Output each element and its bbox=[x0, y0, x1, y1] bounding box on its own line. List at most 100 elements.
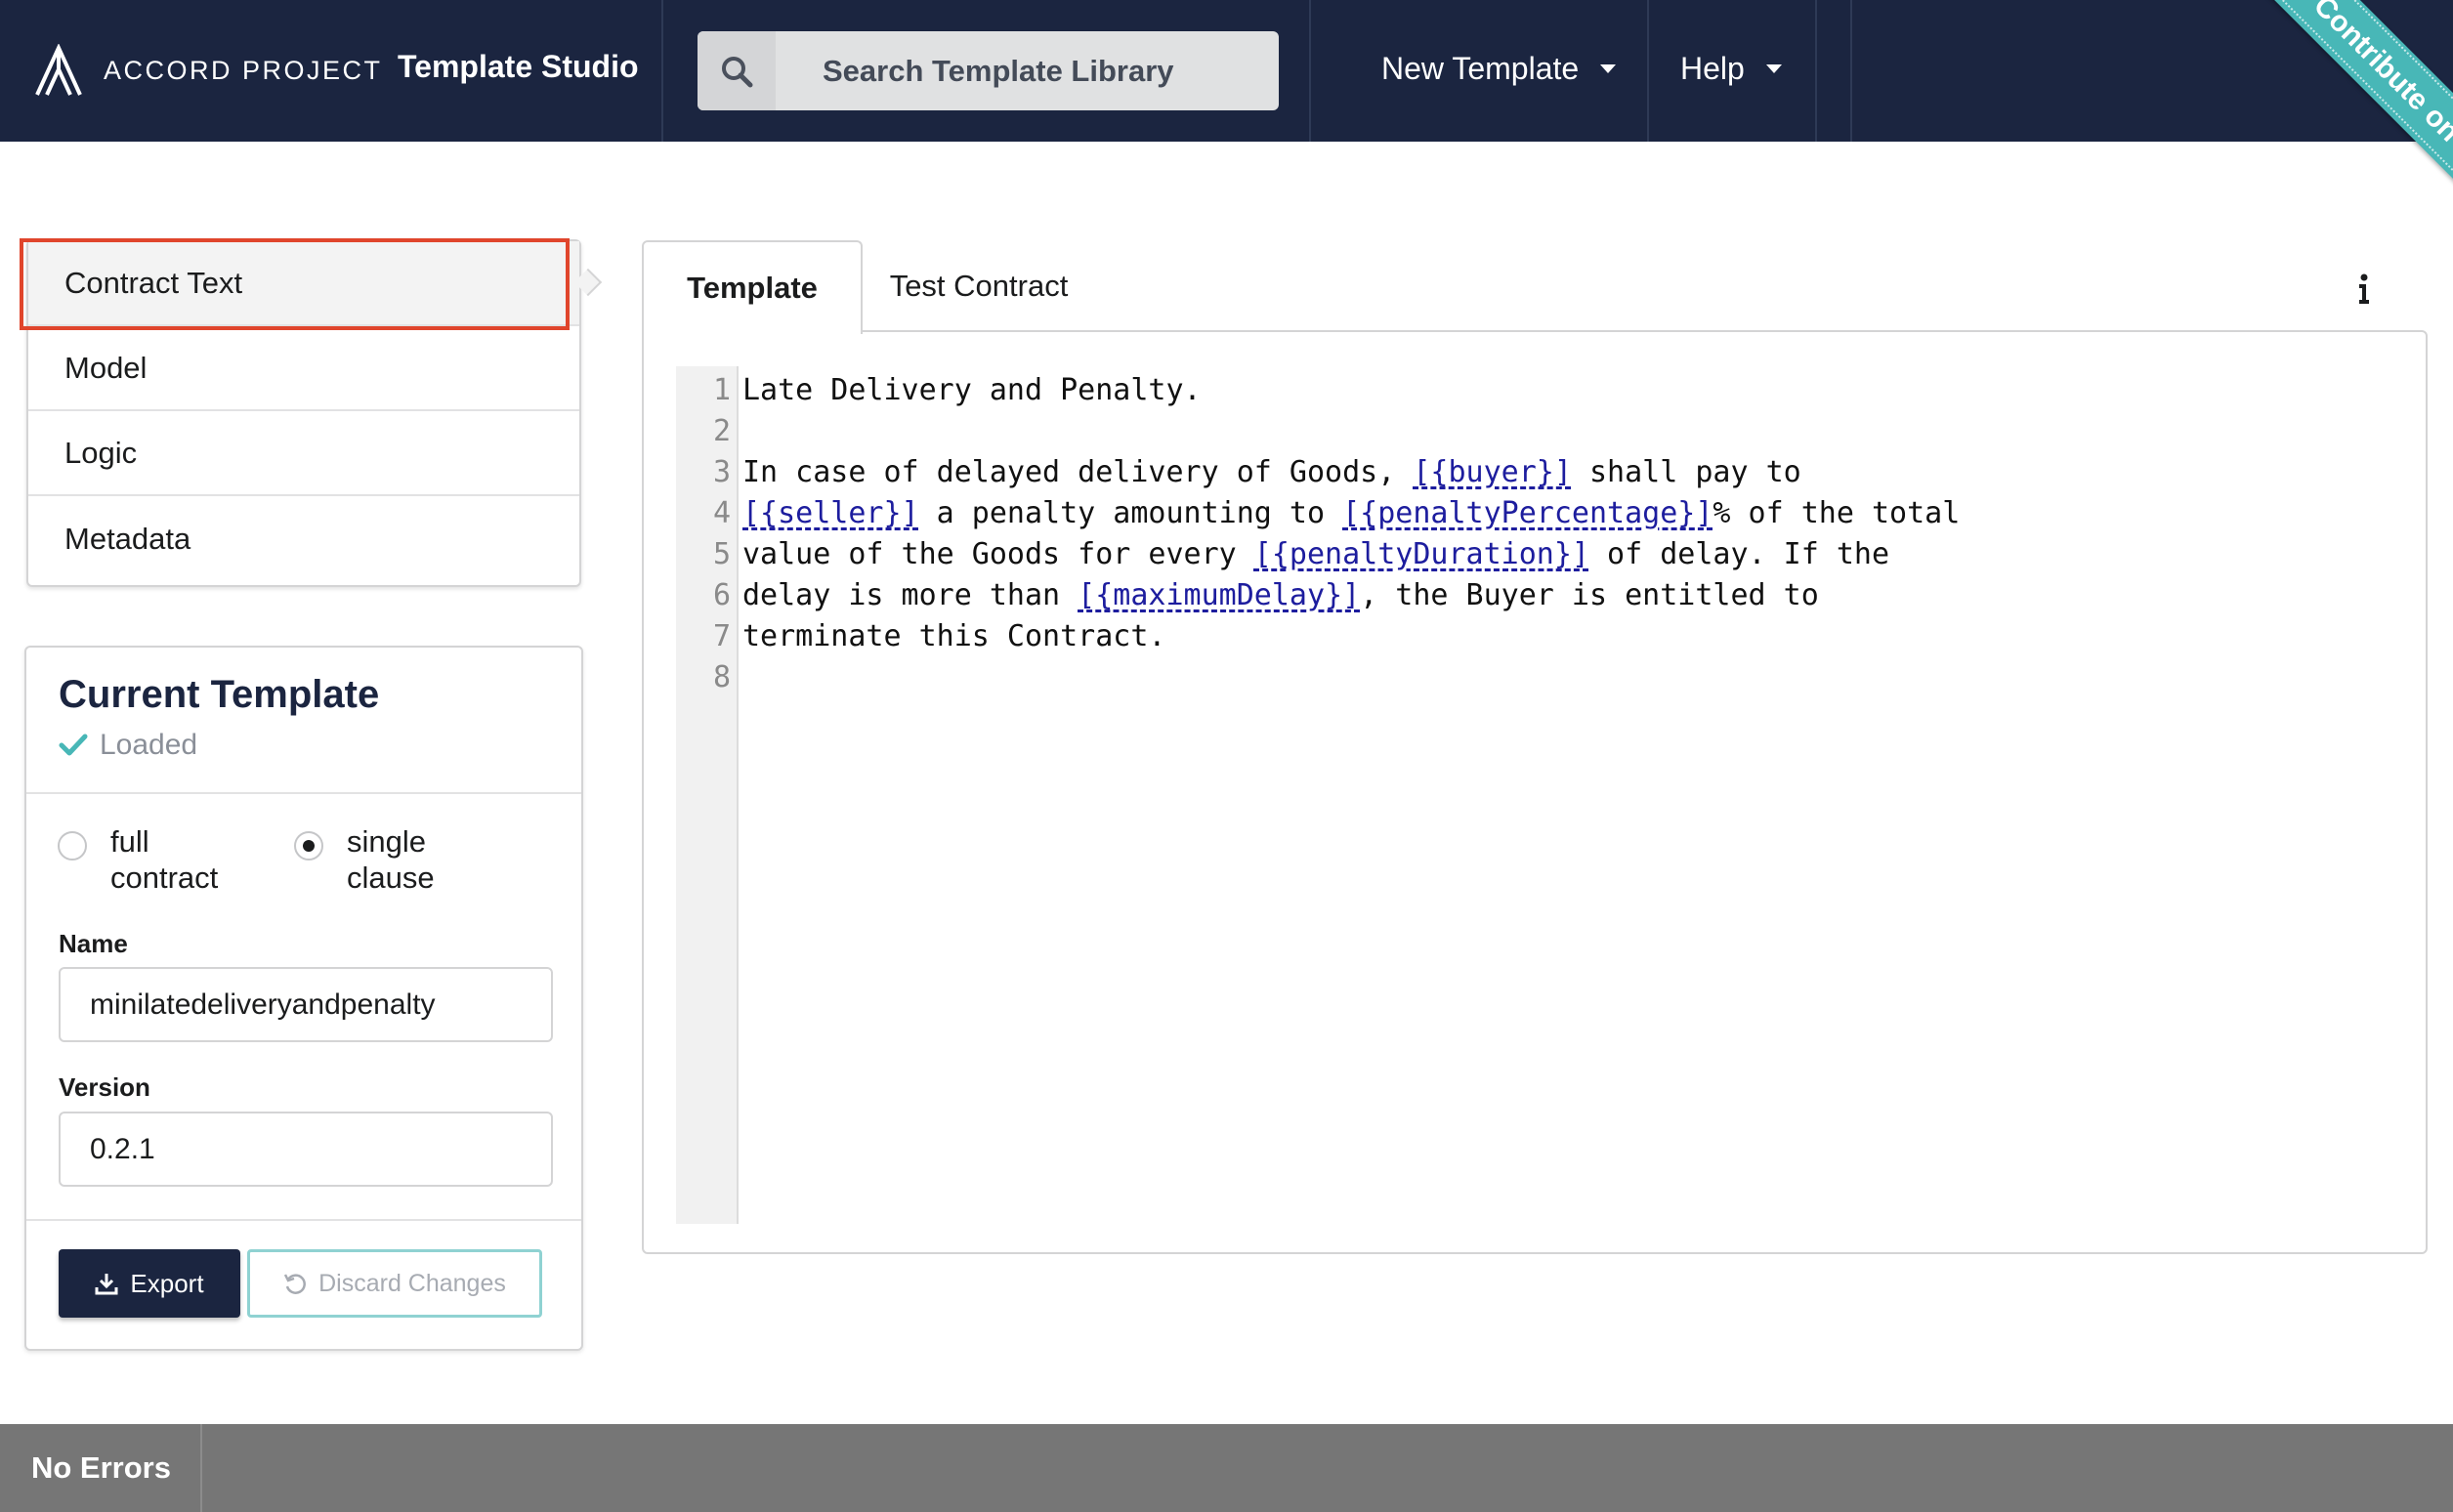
header-divider bbox=[1647, 0, 1649, 142]
code-line[interactable]: 2 bbox=[676, 411, 1960, 452]
radio-single-clause[interactable]: single clause bbox=[294, 823, 484, 896]
code-text: , the Buyer is entitled to bbox=[1360, 578, 1819, 612]
logo-text: ACCORD PROJECT bbox=[104, 55, 383, 85]
code-line[interactable]: 7 terminate this Contract. bbox=[676, 616, 1960, 657]
app-title: Template Studio bbox=[398, 49, 639, 84]
discard-label: Discard Changes bbox=[318, 1269, 506, 1297]
name-field[interactable] bbox=[59, 967, 553, 1042]
accord-project-logo[interactable]: ACCORD PROJECT bbox=[33, 44, 383, 96]
radio-button[interactable] bbox=[58, 831, 87, 861]
nav-item-label: Contract Text bbox=[64, 265, 243, 300]
search-template-library[interactable]: Search Template Library bbox=[698, 31, 1279, 110]
template-status: Loaded bbox=[59, 729, 581, 762]
code-text: value of the Goods for every bbox=[742, 537, 1254, 571]
template-variable-link[interactable]: [{maximumDelay}] bbox=[1078, 578, 1360, 612]
search-label[interactable]: Search Template Library bbox=[823, 54, 1174, 89]
card-title: Current Template bbox=[59, 673, 380, 716]
undo-icon bbox=[283, 1274, 306, 1294]
code-text: of delay. If the bbox=[1588, 537, 1890, 571]
check-icon bbox=[59, 734, 88, 756]
code-line[interactable]: 6 delay is more than [{maximumDelay}], th… bbox=[676, 575, 1960, 616]
current-template-card: Current Template Loaded full contract si… bbox=[24, 646, 583, 1351]
top-navbar: ACCORD PROJECT Template Studio Search Te… bbox=[0, 0, 2453, 287]
chevron-down-icon bbox=[1765, 64, 1782, 73]
code-line[interactable]: 5 value of the Goods for every [{penaltyD… bbox=[676, 534, 1960, 575]
line-text: delay is more than [{maximumDelay}], the… bbox=[731, 575, 1819, 616]
discard-changes-button[interactable]: Discard Changes bbox=[247, 1249, 542, 1318]
header-divider bbox=[1850, 0, 1852, 142]
export-button[interactable]: Export bbox=[59, 1249, 240, 1318]
code-line[interactable]: 3 In case of delayed delivery of Goods, [… bbox=[676, 452, 1960, 493]
search-icon bbox=[722, 56, 753, 87]
nav-item-model[interactable]: Model bbox=[28, 326, 579, 411]
line-text: Late Delivery and Penalty. bbox=[731, 370, 1202, 411]
name-label: Name bbox=[59, 929, 128, 958]
nav-item-label: Logic bbox=[64, 435, 138, 470]
new-template-menu[interactable]: New Template bbox=[1381, 51, 1617, 87]
line-number: 4 bbox=[712, 496, 731, 530]
code-text: In case of delayed delivery of Goods, bbox=[742, 455, 1414, 489]
error-status[interactable]: No Errors bbox=[0, 1424, 202, 1512]
code-line[interactable]: 8 bbox=[676, 657, 1960, 698]
nav-item-contract-text[interactable]: Contract Text bbox=[28, 241, 579, 326]
status-text: Loaded bbox=[100, 729, 198, 761]
line-number: 8 bbox=[712, 660, 731, 694]
contract-type-radios: full contract single clause bbox=[58, 823, 566, 902]
template-variable-link[interactable]: [{seller}] bbox=[742, 496, 919, 530]
header-divider bbox=[1309, 0, 1311, 142]
code-text: % of the total bbox=[1713, 496, 1961, 530]
line-text: value of the Goods for every [{penaltyDu… bbox=[731, 534, 1889, 575]
help-label: Help bbox=[1680, 51, 1745, 86]
download-icon bbox=[95, 1274, 118, 1295]
code-text: a penalty amounting to bbox=[918, 496, 1343, 530]
tab-label: Template bbox=[687, 271, 818, 305]
code-line[interactable]: 4 [{seller}] a penalty amounting to [{pen… bbox=[676, 493, 1960, 534]
line-number: 5 bbox=[712, 537, 731, 571]
new-template-label: New Template bbox=[1381, 51, 1580, 86]
template-variable-link[interactable]: [{buyer}] bbox=[1413, 455, 1572, 489]
accord-logo-icon bbox=[35, 44, 82, 96]
code-line[interactable]: 1 Late Delivery and Penalty. bbox=[676, 370, 1960, 411]
export-label: Export bbox=[130, 1268, 204, 1298]
code-text: terminate this Contract. bbox=[742, 619, 1166, 653]
search-button[interactable] bbox=[698, 31, 776, 110]
code-editor[interactable]: 1 Late Delivery and Penalty. 2 3 In case of … bbox=[676, 370, 1960, 698]
line-number: 6 bbox=[712, 578, 731, 612]
nav-item-metadata[interactable]: Metadata bbox=[28, 496, 579, 581]
header-divider bbox=[661, 0, 663, 142]
line-number: 2 bbox=[712, 414, 731, 448]
template-variable-link[interactable]: [{penaltyDuration}] bbox=[1254, 537, 1589, 571]
nav-item-label: Metadata bbox=[64, 521, 191, 556]
version-field[interactable] bbox=[59, 1112, 553, 1187]
line-number: 7 bbox=[712, 619, 731, 653]
template-variable-link[interactable]: [{penaltyPercentage}] bbox=[1342, 496, 1713, 530]
tab-template[interactable]: Template bbox=[642, 240, 863, 334]
line-number: 3 bbox=[712, 455, 731, 489]
line-text: [{seller}] a penalty amounting to [{pena… bbox=[731, 493, 1960, 534]
info-icon[interactable] bbox=[2357, 273, 2371, 305]
line-number: 1 bbox=[712, 373, 731, 407]
card-header: Current Template Loaded bbox=[26, 648, 581, 794]
help-menu[interactable]: Help bbox=[1680, 51, 1782, 87]
nav-item-logic[interactable]: Logic bbox=[28, 411, 579, 496]
line-text: terminate this Contract. bbox=[731, 616, 1165, 657]
editor-section-menu: Contract Text Model Logic Metadata bbox=[26, 239, 581, 587]
editor-tabs: Template Test Contract bbox=[642, 240, 2428, 334]
nav-item-label: Model bbox=[64, 350, 148, 385]
radio-label: single clause bbox=[347, 824, 435, 895]
chevron-down-icon bbox=[1600, 64, 1617, 73]
tab-label: Test Contract bbox=[889, 269, 1069, 303]
card-footer-divider bbox=[26, 1219, 581, 1221]
radio-button[interactable] bbox=[294, 831, 323, 861]
template-editor-panel: 1 Late Delivery and Penalty. 2 3 In case of … bbox=[642, 330, 2428, 1254]
line-text bbox=[731, 411, 742, 452]
code-text: shall pay to bbox=[1571, 455, 1801, 489]
line-text: In case of delayed delivery of Goods, [{… bbox=[731, 452, 1801, 493]
tab-test-contract[interactable]: Test Contract bbox=[863, 240, 1095, 332]
radio-label: full contract bbox=[110, 824, 219, 895]
code-text: delay is more than bbox=[742, 578, 1078, 612]
radio-full-contract[interactable]: full contract bbox=[58, 823, 247, 896]
status-bar: No Errors bbox=[0, 1424, 2453, 1512]
header-divider bbox=[1815, 0, 1817, 142]
code-text: Late Delivery and Penalty. bbox=[742, 373, 1202, 407]
